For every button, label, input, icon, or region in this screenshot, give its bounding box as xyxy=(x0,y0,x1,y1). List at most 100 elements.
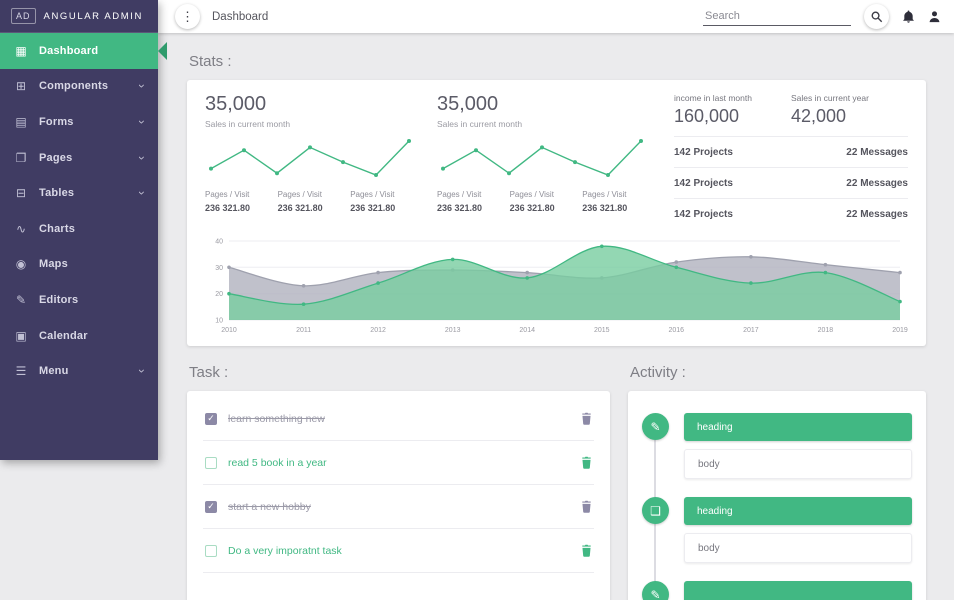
bottom-row: Task : ✓ learn something new read 5 book… xyxy=(187,356,926,600)
sidebar-item-pages[interactable]: ❐ Pages › xyxy=(0,140,158,176)
messages-cell: 22 Messages xyxy=(846,209,908,220)
sidebar-item-dashboard[interactable]: ▦ Dashboard xyxy=(0,33,158,69)
projects-cell: 142 Projects xyxy=(674,209,733,220)
stats-top-row: 35,000 Sales in current month Pages / Vi… xyxy=(205,93,908,229)
vertical-dots-icon: ⋮ xyxy=(181,9,194,25)
spark-block: 35,000 Sales in current month Pages / Vi… xyxy=(205,93,423,229)
projects-cell: 142 Projects xyxy=(674,178,733,189)
chevron-down-icon: › xyxy=(135,191,149,195)
sidebar-item-charts[interactable]: ∿ Charts xyxy=(0,211,158,247)
svg-text:2012: 2012 xyxy=(370,327,386,334)
delete-task-button[interactable] xyxy=(581,544,592,557)
delete-task-button[interactable] xyxy=(581,500,592,513)
spark-caption: Sales in current month xyxy=(437,119,655,129)
activity-body-bar: body xyxy=(684,533,912,563)
substat-label: Pages / Visit xyxy=(350,190,423,199)
svg-text:2013: 2013 xyxy=(445,327,461,334)
tables-icon: ⊟ xyxy=(14,186,28,200)
task-label: learn something new xyxy=(228,413,325,425)
sidebar-item-label: Charts xyxy=(39,223,75,235)
task-checkbox[interactable] xyxy=(205,457,217,469)
charts-icon: ∿ xyxy=(14,222,28,236)
sidebar-item-forms[interactable]: ▤ Forms › xyxy=(0,104,158,140)
main-content: Stats : 35,000 Sales in current month Pa… xyxy=(158,33,954,600)
sidebar-item-components[interactable]: ⊞ Components › xyxy=(0,69,158,105)
activity-heading: Activity : xyxy=(630,364,926,381)
task-checkbox[interactable] xyxy=(205,545,217,557)
menu-icon: ☰ xyxy=(14,364,28,378)
task-label: Do a very imporatnt task xyxy=(228,545,342,557)
task-card: ✓ learn something new read 5 book in a y… xyxy=(187,391,610,600)
pencil-icon: ✎ xyxy=(642,581,669,600)
task-checkbox[interactable]: ✓ xyxy=(205,501,217,513)
sidebar-item-label: Calendar xyxy=(39,330,88,342)
messages-cell: 22 Messages xyxy=(846,147,908,158)
search-input[interactable] xyxy=(703,7,851,26)
stats-heading: Stats : xyxy=(189,53,926,70)
brand-logo: AD xyxy=(11,8,36,24)
sidebar-item-label: Dashboard xyxy=(39,45,98,57)
activity-card: ✎ heading body ❑ heading body ✎ xyxy=(628,391,926,600)
task-row: ✓ start a new hobby xyxy=(203,485,594,529)
sidebar-item-menu[interactable]: ☰ Menu › xyxy=(0,353,158,389)
income-summary: income in last month 160,000 xyxy=(674,93,791,127)
substat-value: 236 321.80 xyxy=(350,203,423,213)
sparkline-chart xyxy=(437,135,655,186)
substat-label: Pages / Visit xyxy=(510,190,583,199)
spark-substats: Pages / Visit 236 321.80 Pages / Visit 2… xyxy=(437,190,655,213)
task-label: start a new hobby xyxy=(228,501,311,513)
search-button[interactable] xyxy=(864,4,889,29)
pencil-icon: ✎ xyxy=(642,413,669,440)
delete-task-button[interactable] xyxy=(581,456,592,469)
sidebar-item-label: Forms xyxy=(39,116,74,128)
substat: Pages / Visit 236 321.80 xyxy=(510,190,583,213)
svg-text:2014: 2014 xyxy=(519,327,535,334)
substat: Pages / Visit 236 321.80 xyxy=(278,190,351,213)
sidebar-item-label: Components xyxy=(39,80,108,92)
briefcase-icon: ❑ xyxy=(642,497,669,524)
sidebar-item-label: Tables xyxy=(39,187,74,199)
trash-icon xyxy=(581,456,592,469)
project-row: 142 Projects 22 Messages xyxy=(674,167,908,198)
brand[interactable]: AD ANGULAR ADMIN xyxy=(0,0,158,33)
area-chart: 1020304020102011201220132014201520162017… xyxy=(205,233,908,340)
spark-substats: Pages / Visit 236 321.80 Pages / Visit 2… xyxy=(205,190,423,213)
messages-cell: 22 Messages xyxy=(846,178,908,189)
svg-text:2016: 2016 xyxy=(669,327,685,334)
task-section: Task : ✓ learn something new read 5 book… xyxy=(187,356,610,600)
user-button[interactable] xyxy=(928,10,941,23)
svg-text:20: 20 xyxy=(215,291,223,298)
components-icon: ⊞ xyxy=(14,79,28,93)
menu-dots-button[interactable]: ⋮ xyxy=(175,4,200,29)
spark-block: 35,000 Sales in current month Pages / Vi… xyxy=(437,93,655,229)
sidebar-nav: ▦ Dashboard ⊞ Components › ▤ Forms › ❐ P… xyxy=(0,33,158,389)
editors-icon: ✎ xyxy=(14,293,28,307)
dashboard-icon: ▦ xyxy=(14,44,28,58)
page-title: Dashboard xyxy=(212,11,268,23)
income-label: income in last month xyxy=(674,93,791,103)
activity-heading-bar: heading xyxy=(684,413,912,441)
trash-icon xyxy=(581,500,592,513)
task-heading: Task : xyxy=(189,364,610,381)
projects-cell: 142 Projects xyxy=(674,147,733,158)
svg-text:2015: 2015 xyxy=(594,327,610,334)
delete-task-button[interactable] xyxy=(581,412,592,425)
task-row: read 5 book in a year xyxy=(203,441,594,485)
sidebar-item-maps[interactable]: ◉ Maps xyxy=(0,247,158,283)
activity-heading-bar: heading xyxy=(684,497,912,525)
sidebar-item-calendar[interactable]: ▣ Calendar xyxy=(0,318,158,354)
activity-item: ❑ heading body xyxy=(642,497,912,563)
substat: Pages / Visit 236 321.80 xyxy=(205,190,278,213)
sidebar-item-tables[interactable]: ⊟ Tables › xyxy=(0,175,158,211)
task-checkbox[interactable]: ✓ xyxy=(205,413,217,425)
chevron-down-icon: › xyxy=(135,84,149,88)
stats-summary: income in last month 160,000 Sales in cu… xyxy=(674,93,908,229)
notifications-button[interactable] xyxy=(902,10,915,23)
trash-icon xyxy=(581,544,592,557)
spark-value: 35,000 xyxy=(205,93,423,116)
svg-text:2010: 2010 xyxy=(221,327,237,334)
sidebar-item-editors[interactable]: ✎ Editors xyxy=(0,282,158,318)
forms-icon: ▤ xyxy=(14,115,28,129)
substat-label: Pages / Visit xyxy=(582,190,655,199)
sales-label: Sales in current year xyxy=(791,93,908,103)
